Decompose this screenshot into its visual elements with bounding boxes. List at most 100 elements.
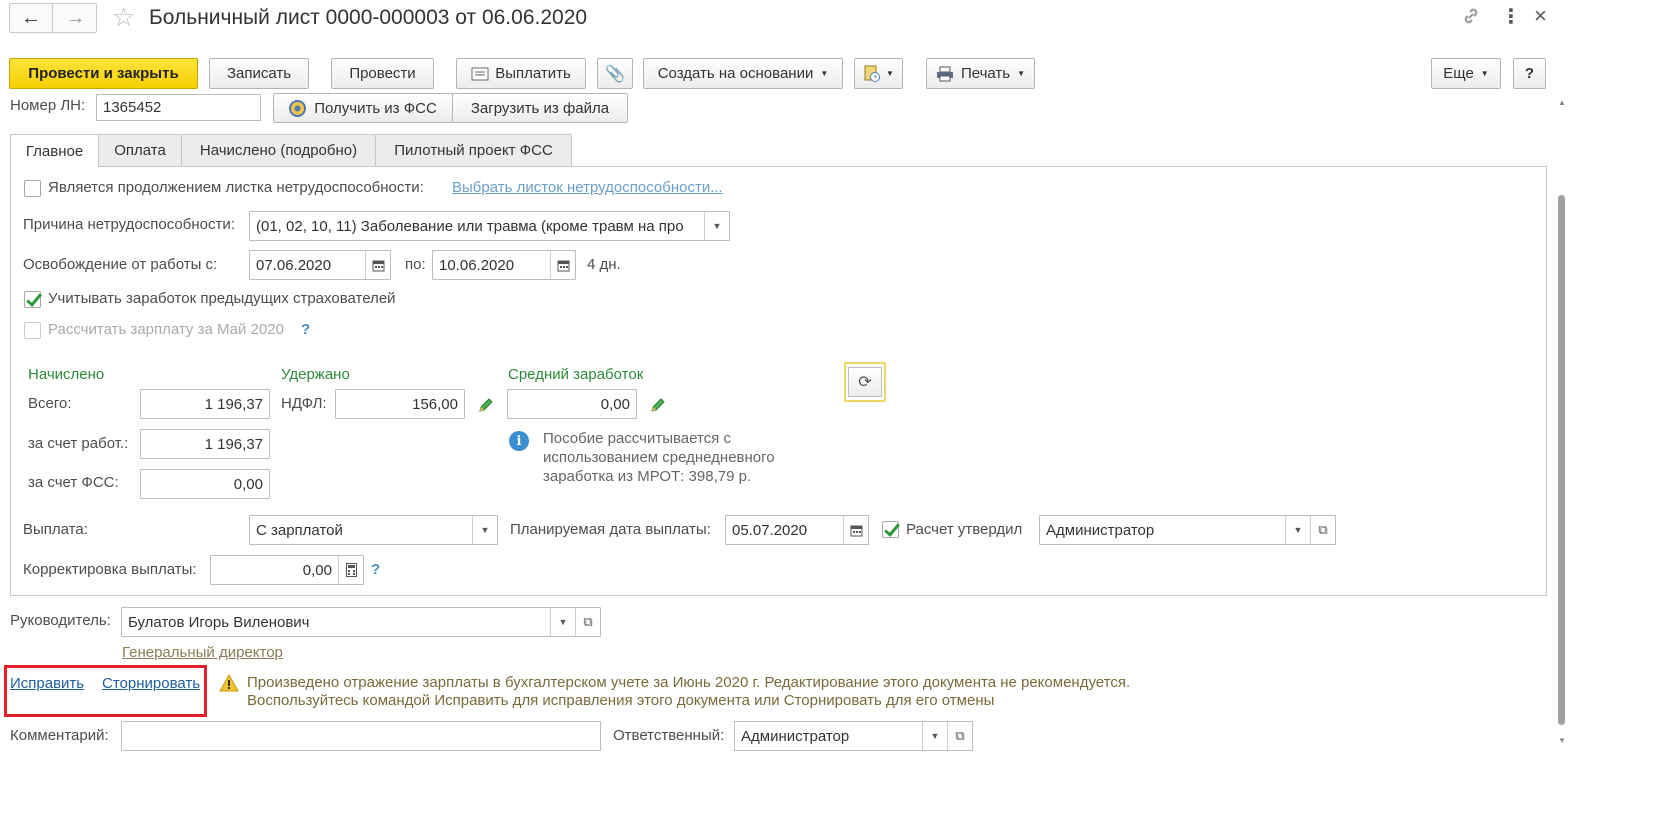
date-to-field[interactable]: 10.06.2020: [432, 250, 576, 280]
employer-value: 1 196,37: [204, 435, 263, 453]
refresh-button[interactable]: ⟳: [844, 362, 886, 402]
scroll-up-icon[interactable]: ▲: [1558, 98, 1566, 107]
comment-field[interactable]: [121, 721, 601, 751]
print-button[interactable]: Печать ▼: [926, 58, 1035, 89]
planned-date-value: 05.07.2020: [732, 521, 808, 539]
open-icon[interactable]: ⧉: [1310, 516, 1335, 544]
open-icon[interactable]: ⧉: [947, 722, 972, 750]
close-icon[interactable]: ×: [1534, 3, 1547, 29]
manager-position-link[interactable]: Генеральный директор: [122, 644, 283, 661]
save-button[interactable]: Записать: [209, 58, 309, 89]
tab-main[interactable]: Главное: [10, 134, 99, 167]
fss-value: 0,00: [233, 475, 263, 493]
planned-date-field[interactable]: 05.07.2020: [725, 515, 869, 545]
chevron-down-icon[interactable]: ▼: [550, 608, 575, 636]
forward-button[interactable]: →: [54, 4, 97, 32]
scrollbar-track[interactable]: ▲ ▼: [1557, 98, 1567, 750]
calendar-icon[interactable]: [843, 516, 868, 544]
release-label: Освобождение от работы с:: [23, 256, 218, 273]
attach-button[interactable]: 📎: [597, 58, 633, 89]
calc-salary-checkbox[interactable]: [24, 322, 41, 339]
pay-button[interactable]: Выплатить: [456, 58, 586, 89]
get-from-fss-button[interactable]: Получить из ФСС: [273, 93, 453, 123]
refresh-icon: ⟳: [858, 374, 872, 391]
payment-value: С зарплатой: [256, 521, 343, 539]
withheld-header: Удержано: [281, 366, 350, 383]
payment-label: Выплата:: [23, 521, 88, 538]
select-sick-leave-link[interactable]: Выбрать листок нетрудоспособности...: [452, 179, 723, 196]
ln-number-field[interactable]: 1365452: [96, 94, 261, 121]
scrollbar-thumb[interactable]: [1558, 195, 1565, 725]
tab-active-gap: [11, 165, 98, 167]
calendar-icon[interactable]: [550, 251, 575, 279]
printer-icon: [936, 66, 953, 81]
create-based-on-button[interactable]: Создать на основании ▼: [643, 58, 843, 89]
chevron-down-icon[interactable]: ▼: [922, 722, 947, 750]
paperclip-icon: 📎: [605, 65, 625, 83]
prev-insurers-checkbox[interactable]: [24, 291, 41, 308]
employer-field[interactable]: 1 196,37: [140, 429, 270, 459]
total-field[interactable]: 1 196,37: [140, 389, 270, 419]
post-button[interactable]: Провести: [331, 58, 434, 89]
approved-checkbox[interactable]: [882, 521, 899, 538]
more-label: Еще: [1443, 65, 1474, 82]
manager-select[interactable]: Булатов Игорь Виленович ▼ ⧉: [121, 607, 601, 637]
responsible-select[interactable]: Администратор ▼ ⧉: [734, 721, 973, 751]
more-button[interactable]: Еще ▼: [1431, 58, 1501, 89]
info-icon: i: [509, 431, 529, 451]
payment-select[interactable]: С зарплатой ▼: [249, 515, 498, 545]
average-earnings-value: 0,00: [600, 395, 630, 413]
reason-value: (01, 02, 10, 11) Заболевание или травма …: [256, 217, 684, 235]
continuation-checkbox[interactable]: [24, 180, 41, 197]
chevron-down-icon[interactable]: ▼: [704, 212, 729, 240]
load-from-file-button[interactable]: Загрузить из файла: [452, 93, 628, 123]
correction-field[interactable]: 0,00: [210, 555, 364, 585]
arrow-left-icon: ←: [21, 6, 41, 29]
calendar-icon[interactable]: [365, 251, 390, 279]
comment-label: Комментарий:: [10, 727, 109, 744]
more-vertical-icon[interactable]: ⋮: [1501, 4, 1521, 29]
fix-link[interactable]: Исправить: [10, 675, 84, 692]
tab-accrued-detailed[interactable]: Начислено (подробно): [181, 134, 376, 166]
ndfl-field[interactable]: 156,00: [335, 389, 465, 419]
chevron-down-icon[interactable]: ▼: [472, 516, 497, 544]
date-from-field[interactable]: 07.06.2020: [249, 250, 391, 280]
warning-icon: [219, 674, 239, 692]
prev-insurers-label: Учитывать заработок предыдущих страховат…: [48, 290, 396, 307]
reverse-link[interactable]: Сторнировать: [102, 675, 200, 692]
chevron-down-icon[interactable]: ▼: [1285, 516, 1310, 544]
ln-number-label: Номер ЛН:: [10, 97, 86, 114]
total-value: 1 196,37: [204, 395, 263, 413]
correction-help-icon[interactable]: ?: [371, 561, 380, 578]
chevron-down-icon: ▼: [1480, 69, 1489, 78]
approved-by-select[interactable]: Администратор ▼ ⧉: [1039, 515, 1336, 545]
calculator-icon[interactable]: [338, 556, 363, 584]
ndfl-label: НДФЛ:: [281, 395, 327, 412]
pencil-icon[interactable]: [650, 397, 666, 413]
document-structure-icon: [864, 65, 881, 82]
average-earnings-field[interactable]: 0,00: [507, 389, 637, 419]
warning-text-line-1: Произведено отражение зарплаты в бухгалт…: [247, 674, 1131, 691]
post-and-close-button[interactable]: Провести и закрыть: [9, 58, 198, 89]
link-icon[interactable]: [1461, 6, 1481, 30]
tab-fss-pilot[interactable]: Пилотный проект ФСС: [375, 134, 572, 166]
reason-select[interactable]: (01, 02, 10, 11) Заболевание или травма …: [249, 211, 730, 241]
tab-payment[interactable]: Оплата: [98, 134, 182, 166]
print-label: Печать: [960, 65, 1011, 82]
open-icon[interactable]: ⧉: [575, 608, 600, 636]
star-icon[interactable]: ☆: [112, 2, 135, 33]
scroll-down-icon[interactable]: ▼: [1558, 736, 1566, 745]
info-text-line-3: заработка из МРОТ: 398,79 р.: [543, 468, 752, 485]
fss-field[interactable]: 0,00: [140, 469, 270, 499]
calc-salary-help-icon[interactable]: ?: [301, 321, 310, 338]
pencil-icon[interactable]: [478, 397, 494, 413]
days-count: 4 дн.: [587, 256, 621, 273]
back-button[interactable]: ←: [10, 4, 53, 32]
ln-number-value: 1365452: [103, 99, 162, 116]
fss-logo-icon: [289, 99, 307, 117]
correction-value: 0,00: [302, 561, 332, 579]
approved-label: Расчет утвердил: [906, 521, 1023, 538]
related-docs-button[interactable]: ▼: [854, 58, 903, 89]
help-button[interactable]: ?: [1513, 58, 1546, 89]
average-earnings-header: Средний заработок: [508, 366, 644, 383]
